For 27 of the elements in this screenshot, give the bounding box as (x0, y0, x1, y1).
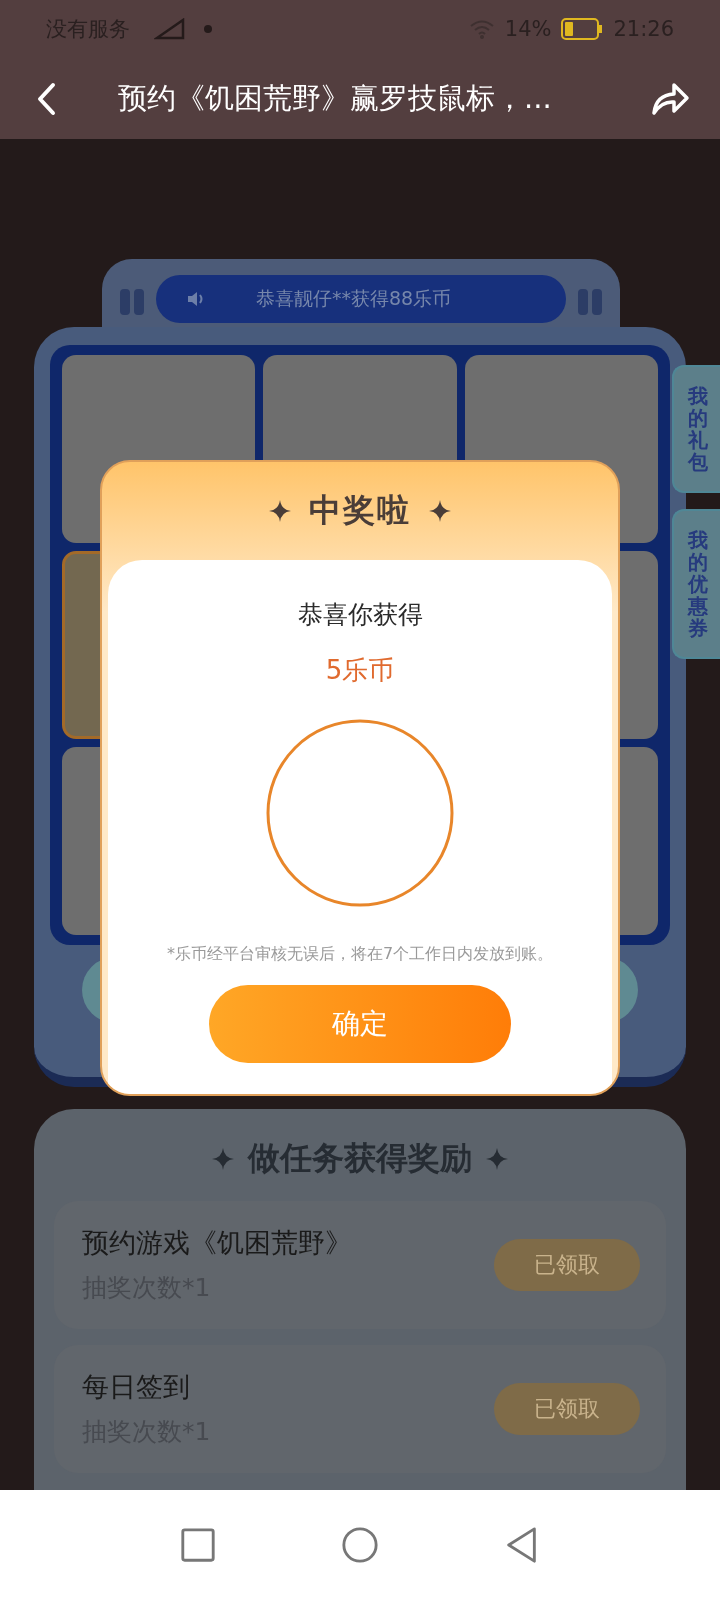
task-name: 预约游戏《饥困荒野》 (82, 1226, 353, 1261)
side-tab[interactable]: 我的礼包 (672, 365, 720, 494)
page-title: 预约《饥困荒野》赢罗技鼠标，... (118, 80, 553, 118)
claim-button[interactable]: 已领取 (494, 1238, 640, 1291)
task-name: 每日签到 (82, 1370, 191, 1405)
tasks-title: 做任务获得奖励 (248, 1137, 472, 1179)
confirm-button[interactable]: 确定 (209, 985, 511, 1063)
battery-icon (561, 18, 604, 41)
dialog-note: *乐币经平台审核无误后，将在7个工作日内发放到账。 (166, 944, 554, 965)
recents-icon[interactable] (179, 1526, 217, 1564)
home-icon[interactable] (341, 1526, 379, 1564)
dialog-subtitle: 恭喜你获得 (297, 599, 423, 631)
sparkle-icon (212, 1147, 234, 1170)
winner-announcement: 恭喜靓仔**获得88乐币 (256, 286, 452, 312)
side-tab[interactable]: 我的优惠券 (672, 509, 720, 660)
share-icon[interactable] (650, 81, 690, 118)
grip-icon (578, 289, 602, 316)
sparkle-icon (486, 1147, 508, 1170)
signal-icon (154, 18, 186, 41)
dot-icon (204, 25, 212, 34)
dialog-title: 中奖啦 (309, 490, 411, 531)
claim-button[interactable]: 已领取 (494, 1382, 640, 1435)
ring-icon (265, 718, 455, 908)
grip-icon (120, 289, 144, 316)
sparkle-icon (269, 500, 291, 522)
prize-amount: 5乐币 (325, 654, 395, 687)
sparkle-icon (429, 500, 451, 522)
